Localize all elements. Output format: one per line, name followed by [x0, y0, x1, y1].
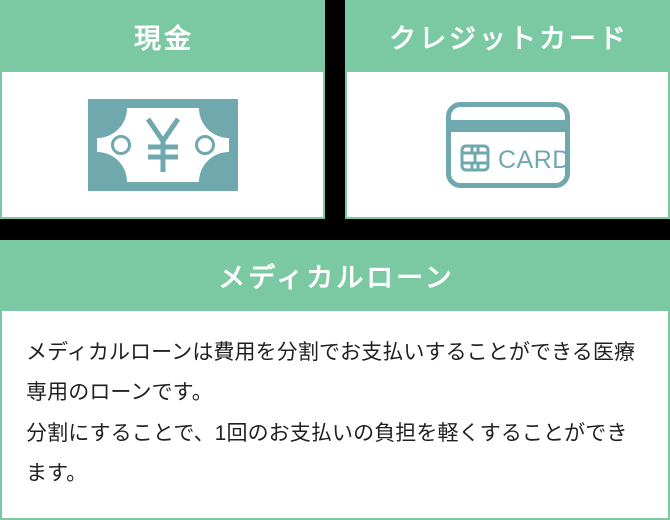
banknote-yen-icon: [87, 98, 238, 191]
payment-method-card-cash: 現金: [0, 0, 325, 219]
payment-method-card-medical-loan: メディカルローン メディカルローンは費用を分割でお支払いすることができる医療専用…: [0, 240, 670, 520]
medical-loan-description: メディカルローンは費用を分割でお支払いすることができる医療専用のローンです。 分…: [26, 341, 636, 485]
payment-method-card-credit: クレジットカード CARD: [345, 0, 670, 219]
medical-loan-title: メディカルローン: [0, 240, 670, 311]
cash-card-body: [0, 72, 325, 219]
credit-card-icon: CARD: [445, 101, 570, 188]
credit-card-body: CARD: [345, 72, 670, 219]
medical-loan-body: メディカルローンは費用を分割でお支払いすることができる医療専用のローンです。 分…: [0, 311, 670, 520]
credit-card-title: クレジットカード: [345, 0, 670, 72]
cash-card-title: 現金: [0, 0, 325, 72]
payment-methods-section: 現金 クレジットカード CARD メディカルローン メディカルローンは費用を分割…: [0, 0, 670, 520]
card-wordmark: CARD: [498, 146, 570, 174]
